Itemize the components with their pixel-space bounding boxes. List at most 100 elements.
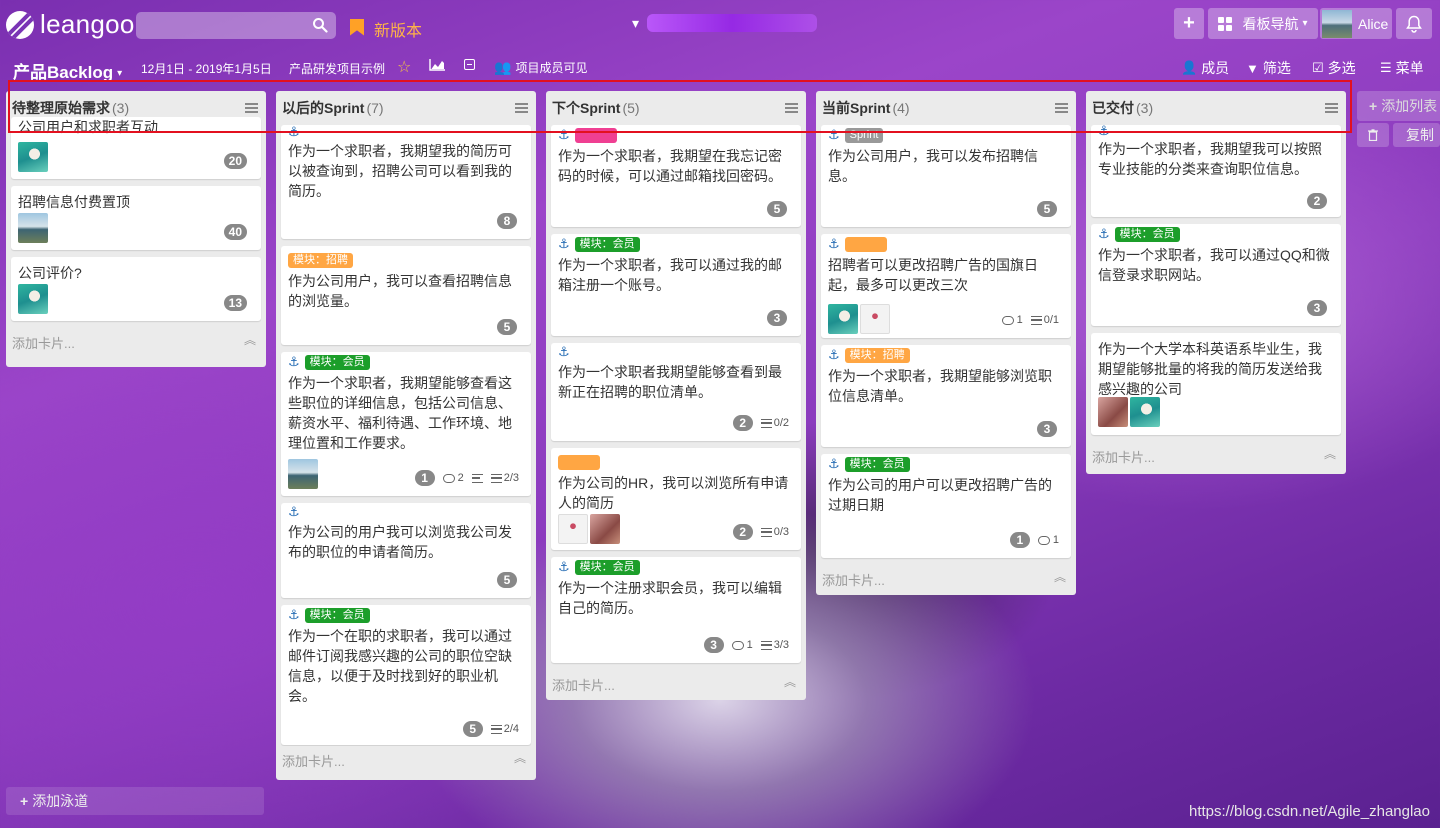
add-list-button[interactable]: + 添加列表 [1357, 91, 1440, 121]
add-card-button[interactable]: 添加卡片... ︽ [276, 746, 536, 774]
board-header: 产品Backlog ▾ 12月1日 - 2019年1月5日 产品研发项目示例 ☆ … [0, 52, 1440, 82]
tag-label: 模块：会员 [1114, 226, 1180, 242]
card[interactable]: ⚓ 模块：会员 作为一个求职者，我可以通过我的邮箱注册一个账号。 3 [551, 234, 801, 336]
card[interactable]: ⚓ 模块：会员 作为一个注册求职会员，我可以编辑自己的简历。 3 1 3/3 [551, 557, 801, 663]
card[interactable]: ⚓ 作为一个求职者，我期望我可以按照专业技能的分类来查询职位信息。 2 [1091, 124, 1341, 217]
collapse-icon[interactable] [464, 59, 475, 70]
list-title: 下个Sprint [552, 100, 621, 116]
add-card-button[interactable]: 添加卡片... ︽ [816, 565, 1076, 593]
plus-icon: + [1369, 98, 1378, 114]
card-avatars [18, 284, 50, 314]
add-button[interactable]: + [1174, 8, 1204, 39]
list-menu-icon[interactable] [515, 103, 528, 113]
filter-button[interactable]: ▼ 筛选 [1246, 58, 1291, 78]
search-input[interactable] [136, 12, 336, 39]
card[interactable]: 招聘信息付费置顶 40 [11, 186, 261, 250]
card[interactable]: ⚓ 模块：会员 作为一个求职者，我期望能够查看这些职位的详细信息，包括公司信息、薪… [281, 352, 531, 496]
list-title: 以后的Sprint [282, 100, 365, 116]
list-header[interactable]: 已交付 (3) [1086, 91, 1346, 125]
add-card-label: 添加卡片... [282, 753, 345, 769]
burndown-chart-icon[interactable] [429, 59, 445, 71]
card-text: 作为一个求职者，我可以通过我的邮箱注册一个账号。 [558, 257, 782, 293]
list-delivered: 已交付 (3) ⚓ 作为一个求职者，我期望我可以按照专业技能的分类来查询职位信息… [1086, 91, 1346, 474]
card-text: 招聘信息付费置顶 [18, 194, 130, 210]
board-nav-button[interactable]: 看板导航 ▾ [1208, 8, 1318, 39]
avatar [1130, 397, 1160, 427]
collapse-up-icon[interactable]: ︽ [244, 334, 256, 346]
checklist-count: 3/3 [773, 639, 789, 651]
estimate-badge: 3 [703, 637, 724, 653]
avatar [828, 304, 858, 334]
card[interactable]: ⚓ 作为一个求职者，我期望在我忘记密码的时候，可以通过邮箱找回密码。 5 [551, 125, 801, 227]
card[interactable]: ⚓ 招聘者可以更改招聘广告的国旗日起，最多可以更改三次 1 0/1 [821, 234, 1071, 338]
members-label: 成员 [1201, 60, 1230, 76]
estimate-badge: 5 [1037, 201, 1057, 217]
notifications-button[interactable] [1396, 8, 1432, 39]
card[interactable]: ⚓ 作为一个求职者，我期望我的简历可以被查询到，招聘公司可以看到我的简历。 8 [281, 125, 531, 239]
logo[interactable]: leangoo [6, 9, 135, 40]
card-text: 作为公司的用户我可以浏览我公司发布的职位的申请者简历。 [288, 524, 512, 560]
checklist-count: 2/3 [503, 472, 519, 484]
user-name: Alice [1358, 15, 1389, 32]
multi-select-label: 多选 [1327, 60, 1356, 76]
card[interactable]: ⚓ Sprint 作为公司用户，我可以发布招聘信息。 5 [821, 125, 1071, 227]
card-text: 作为一个求职者，我期望能够查看这些职位的详细信息，包括公司信息、薪资水平、福利待… [288, 375, 512, 451]
card[interactable]: ⚓ 模块：会员 作为一个在职的求职者，我可以通过邮件订阅我感兴趣的公司的职位空缺信… [281, 605, 531, 745]
collapse-up-icon[interactable]: ︽ [1324, 448, 1336, 460]
search-icon[interactable] [312, 17, 328, 33]
card[interactable]: ⚓ 模块：会员 作为公司的用户可以更改招聘广告的过期日期 1 1 [821, 454, 1071, 558]
list-header[interactable]: 下个Sprint (5) [546, 91, 806, 125]
card-avatars [18, 213, 50, 243]
card[interactable]: 作为一个大学本科英语系毕业生，我期望能够批量的将我的简历发送给我感兴趣的公司 [1091, 333, 1341, 435]
copy-button[interactable]: 复制 [1393, 123, 1440, 147]
comment-icon: 1 [731, 639, 753, 651]
add-card-label: 添加卡片... [1092, 449, 1155, 465]
project-name[interactable]: 产品研发项目示例 [289, 60, 385, 77]
tag-label [558, 454, 600, 470]
card[interactable]: 公司评价? 13 [11, 257, 261, 321]
list-menu-icon[interactable] [1325, 103, 1338, 113]
avatar [1322, 9, 1352, 38]
hamburger-icon: ☰ [1380, 60, 1392, 75]
list-header[interactable]: 当前Sprint (4) [816, 91, 1076, 125]
anchor-icon: ⚓ [558, 236, 570, 251]
card[interactable]: ⚓ 作为公司的用户我可以浏览我公司发布的职位的申请者简历。 5 [281, 503, 531, 598]
menu-button[interactable]: ☰ 菜单 [1380, 58, 1424, 78]
card-text: 作为公司的HR，我可以浏览所有申请人的简历 [558, 475, 789, 511]
tag-label: 模块：会员 [574, 236, 640, 252]
delete-button[interactable] [1357, 123, 1389, 147]
add-swimlane-button[interactable]: + 添加泳道 [6, 787, 264, 815]
list-menu-icon[interactable] [245, 103, 258, 113]
comment-count: 1 [1016, 314, 1023, 326]
members-button[interactable]: 👤 成员 [1181, 58, 1229, 78]
visibility-button[interactable]: 👥 项目成员可见 [494, 59, 587, 76]
list-menu-icon[interactable] [1055, 103, 1068, 113]
avatar [18, 213, 48, 243]
card[interactable]: ⚓ 模块：会员 作为一个求职者，我可以通过QQ和微信登录求职网站。 3 [1091, 224, 1341, 326]
board-name-dropdown[interactable]: 产品Backlog ▾ [13, 58, 122, 83]
card[interactable]: 公司用户和求职者互动 20 [11, 117, 261, 179]
list-menu-icon[interactable] [785, 103, 798, 113]
user-menu-button[interactable]: Alice [1320, 8, 1392, 39]
star-icon[interactable]: ☆ [397, 57, 411, 77]
card[interactable]: ⚓ 作为一个求职者我期望能够查看到最新正在招聘的职位清单。 2 0/2 [551, 343, 801, 441]
add-card-button[interactable]: 添加卡片... ︽ [546, 670, 806, 698]
card[interactable]: 作为公司的HR，我可以浏览所有申请人的简历 2 0/3 [551, 448, 801, 550]
multi-select-button[interactable]: ☑ 多选 [1312, 58, 1356, 78]
card-text: 作为一个求职者我期望能够查看到最新正在招聘的职位清单。 [558, 364, 782, 400]
card[interactable]: 模块：招聘 作为公司用户，我可以查看招聘信息的浏览量。 5 [281, 246, 531, 345]
caret-down-icon: ▾ [117, 68, 123, 79]
add-card-button[interactable]: 添加卡片... ︽ [6, 328, 266, 356]
new-version-link[interactable]: 新版本 [350, 17, 422, 41]
plus-icon: + [1183, 12, 1195, 34]
add-card-button[interactable]: 添加卡片... ︽ [1086, 442, 1346, 470]
collapse-up-icon[interactable]: ︽ [784, 676, 796, 688]
card-text: 公司用户和求职者互动 [18, 119, 158, 135]
card-avatars [828, 304, 892, 334]
list-header[interactable]: 以后的Sprint (7) [276, 91, 536, 125]
anchor-icon: ⚓ [288, 504, 300, 519]
card[interactable]: ⚓ 模块：招聘 作为一个求职者，我期望能够浏览职位信息清单。 3 [821, 345, 1071, 447]
collapse-up-icon[interactable]: ︽ [514, 752, 526, 764]
collapse-up-icon[interactable]: ︽ [1054, 571, 1066, 583]
board-selector[interactable]: ▾ [632, 14, 818, 32]
